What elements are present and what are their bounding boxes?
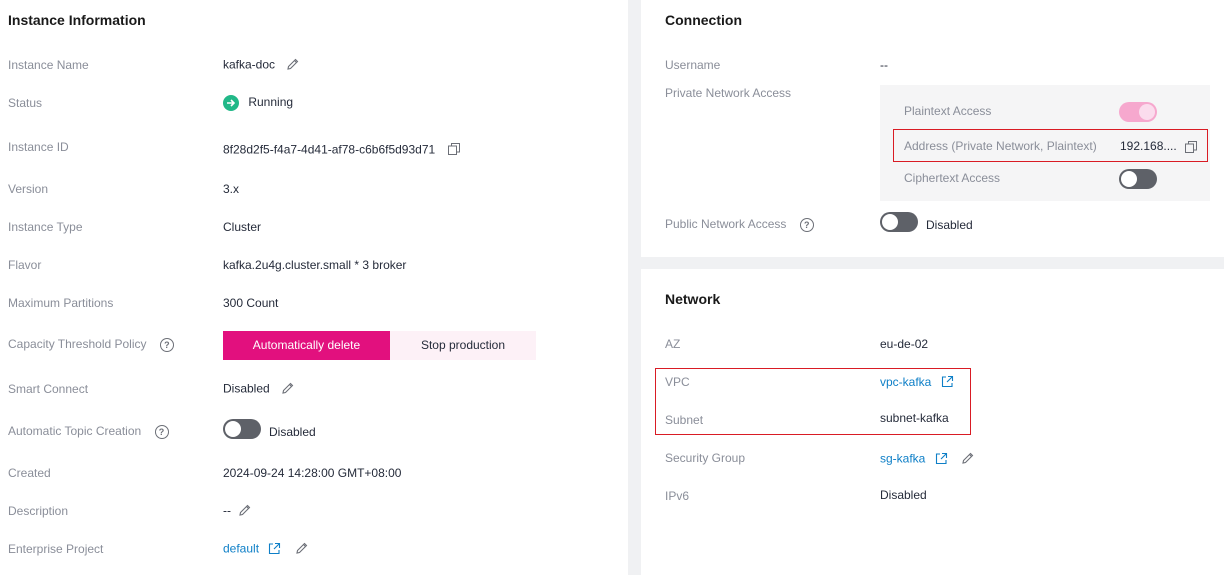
edit-icon[interactable] bbox=[286, 57, 300, 74]
capacity-threshold-row: Capacity Threshold Policy ? bbox=[8, 337, 174, 352]
ciphertext-access-label: Ciphertext Access bbox=[904, 171, 1001, 185]
status-label: Status bbox=[8, 96, 43, 110]
toggle-knob bbox=[225, 421, 241, 437]
edit-icon[interactable] bbox=[238, 503, 252, 520]
created-label: Created bbox=[8, 466, 51, 480]
instance-type-value: Cluster bbox=[223, 220, 262, 234]
az-value: eu-de-02 bbox=[880, 337, 929, 351]
plaintext-access-toggle[interactable] bbox=[1119, 102, 1157, 122]
vpc-label: VPC bbox=[665, 375, 690, 389]
public-network-access-label: Public Network Access bbox=[665, 217, 787, 231]
smart-connect-row: Disabled bbox=[223, 381, 295, 398]
auto-topic-label: Automatic Topic Creation bbox=[8, 424, 142, 438]
version-label: Version bbox=[8, 182, 49, 196]
ipv6-value: Disabled bbox=[880, 488, 927, 502]
auto-topic-value: Disabled bbox=[269, 425, 316, 439]
edit-icon[interactable] bbox=[295, 541, 309, 558]
security-group-row: sg-kafka bbox=[880, 451, 975, 468]
external-link-icon[interactable] bbox=[941, 375, 954, 391]
address-label: Address (Private Network, Plaintext) bbox=[904, 139, 1097, 153]
edit-icon[interactable] bbox=[281, 381, 295, 398]
automatically-delete-option[interactable]: Automatically delete bbox=[223, 331, 390, 360]
instance-information-panel bbox=[0, 0, 628, 575]
vpc-row: vpc-kafka bbox=[880, 375, 954, 391]
username-value: -- bbox=[880, 58, 888, 72]
flavor-label: Flavor bbox=[8, 258, 42, 272]
network-title: Network bbox=[665, 291, 721, 307]
capacity-threshold-label: Capacity Threshold Policy bbox=[8, 337, 147, 351]
instance-name-value: kafka-doc bbox=[223, 57, 276, 72]
instance-name-label: Instance Name bbox=[8, 58, 89, 72]
max-partitions-value: 300 Count bbox=[223, 296, 279, 310]
status-row: Running bbox=[223, 95, 293, 111]
enterprise-project-label: Enterprise Project bbox=[8, 542, 104, 556]
public-network-value: Disabled bbox=[926, 218, 973, 232]
az-label: AZ bbox=[665, 337, 681, 351]
public-network-toggle[interactable] bbox=[880, 212, 918, 232]
copy-icon[interactable] bbox=[1184, 140, 1198, 157]
help-icon[interactable]: ? bbox=[159, 337, 174, 352]
max-partitions-label: Maximum Partitions bbox=[8, 296, 114, 310]
help-icon[interactable]: ? bbox=[799, 217, 814, 232]
instance-id-label: Instance ID bbox=[8, 140, 69, 154]
instance-type-label: Instance Type bbox=[8, 220, 83, 234]
security-group-link[interactable]: sg-kafka bbox=[880, 452, 925, 466]
ipv6-label: IPv6 bbox=[665, 489, 690, 503]
flavor-value: kafka.2u4g.cluster.small * 3 broker bbox=[223, 258, 407, 272]
status-value: Running bbox=[248, 95, 294, 110]
auto-topic-row: Automatic Topic Creation ? bbox=[8, 424, 169, 439]
instance-information-title: Instance Information bbox=[8, 12, 146, 28]
private-network-access-label: Private Network Access bbox=[665, 86, 792, 100]
instance-id-row: 8f28d2f5-f4a7-4d41-af78-c6b6f5d93d71 bbox=[223, 142, 461, 159]
public-network-row: Public Network Access ? bbox=[665, 217, 814, 232]
security-group-label: Security Group bbox=[665, 451, 746, 465]
smart-connect-label: Smart Connect bbox=[8, 382, 89, 396]
instance-id-value: 8f28d2f5-f4a7-4d41-af78-c6b6f5d93d71 bbox=[223, 142, 436, 157]
enterprise-project-row: default bbox=[223, 541, 309, 558]
subnet-label: Subnet bbox=[665, 413, 704, 427]
description-row: -- bbox=[223, 503, 252, 520]
help-icon[interactable]: ? bbox=[154, 424, 169, 439]
vpc-link[interactable]: vpc-kafka bbox=[880, 375, 931, 389]
external-link-icon[interactable] bbox=[268, 542, 281, 558]
username-label: Username bbox=[665, 58, 721, 72]
toggle-knob bbox=[882, 214, 898, 230]
created-value: 2024-09-24 14:28:00 GMT+08:00 bbox=[223, 466, 402, 480]
toggle-knob bbox=[1121, 171, 1137, 187]
toggle-knob bbox=[1139, 104, 1155, 120]
description-value: -- bbox=[223, 503, 231, 518]
enterprise-project-link[interactable]: default bbox=[223, 542, 259, 556]
external-link-icon[interactable] bbox=[935, 452, 948, 468]
edit-icon[interactable] bbox=[961, 451, 975, 468]
stop-production-option[interactable]: Stop production bbox=[390, 331, 536, 360]
connection-title: Connection bbox=[665, 12, 742, 28]
plaintext-access-label: Plaintext Access bbox=[904, 104, 992, 118]
version-value: 3.x bbox=[223, 182, 240, 196]
running-status-icon bbox=[223, 95, 239, 111]
auto-topic-toggle[interactable] bbox=[223, 419, 261, 439]
ciphertext-access-toggle[interactable] bbox=[1119, 169, 1157, 189]
copy-icon[interactable] bbox=[447, 142, 461, 159]
instance-name-row: kafka-doc bbox=[223, 57, 300, 74]
subnet-value: subnet-kafka bbox=[880, 411, 949, 425]
smart-connect-value: Disabled bbox=[223, 381, 270, 396]
address-value: 192.168.... bbox=[1120, 139, 1177, 153]
description-label: Description bbox=[8, 504, 69, 518]
